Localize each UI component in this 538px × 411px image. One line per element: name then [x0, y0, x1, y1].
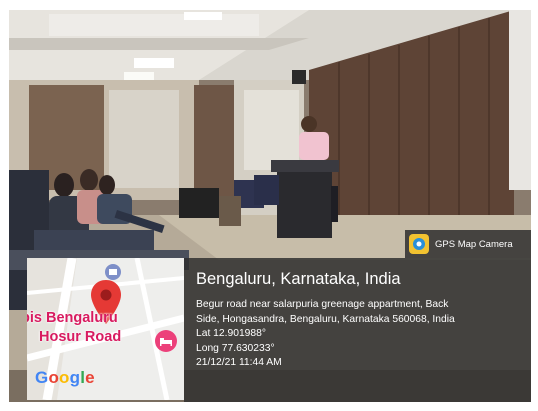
google-logo: Google [35, 368, 95, 387]
map-place-label-2: Hosur Road [39, 329, 122, 345]
badge-label: GPS Map Camera [435, 238, 513, 250]
latitude: Lat 12.901988° [196, 328, 266, 340]
location-title: Bengaluru, Karnataka, India [196, 270, 401, 288]
gps-map-camera-app-icon [409, 234, 429, 254]
address-line-2: Side, Hongasandra, Bengaluru, Karnataka … [196, 313, 455, 325]
map-place-label-1: bis Bengaluru [27, 310, 118, 326]
timestamp: 21/12/21 11:44 AM [196, 357, 282, 369]
location-info-panel: Bengaluru, Karnataka, India Begur road n… [184, 258, 531, 402]
map-thumbnail: bis Bengaluru Hosur Road Google [27, 258, 184, 400]
gps-map-camera-badge: GPS Map Camera [405, 230, 531, 258]
map-pin-app-glyph [413, 238, 425, 250]
hotel-bed-icon [155, 330, 177, 352]
address-line-1: Begur road near salarpuria greenage appa… [196, 299, 449, 310]
geotagged-photo: GPS Map Camera Bengaluru, Karnataka, Ind… [9, 10, 531, 402]
longitude: Long 77.630233° [196, 342, 275, 354]
